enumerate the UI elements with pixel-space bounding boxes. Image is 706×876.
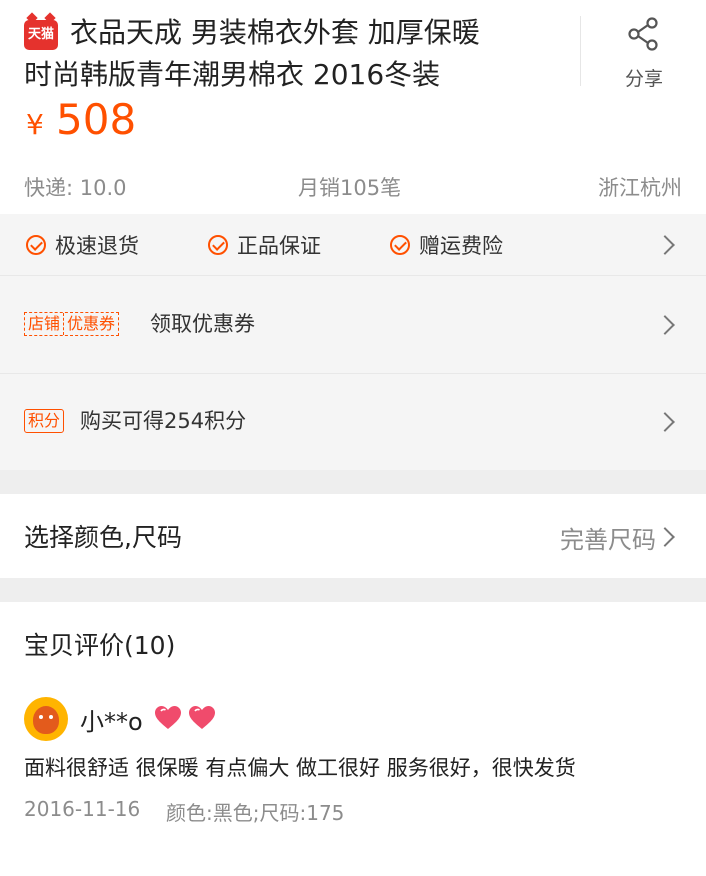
service-item-fast-return: 极速退货 <box>26 230 139 260</box>
check-circle-icon <box>26 235 46 255</box>
section-divider <box>0 470 706 494</box>
share-label[interactable]: 分享 <box>620 64 668 91</box>
ship-location: 浙江杭州 <box>598 176 682 200</box>
coupon-tag-store: 店铺 <box>28 314 61 333</box>
sku-select-label: 选择颜色,尺码 <box>24 523 182 552</box>
service-label: 赠运费险 <box>419 234 503 258</box>
coupon-label: 领取优惠券 <box>150 312 255 336</box>
complete-size-link[interactable]: 完善尺码 <box>560 520 656 555</box>
reviews-title[interactable]: 宝贝评价(10) <box>24 626 175 662</box>
review-text: 面料很舒适 很保暖 有点偏大 做工很好 服务很好，很快发货 <box>24 756 576 780</box>
avatar <box>24 697 68 741</box>
points-tag: 积分 <box>24 409 65 433</box>
points-label: 购买可得254积分 <box>80 409 247 433</box>
product-title-line1: 衣品天成 男装棉衣外套 加厚保暖 <box>70 16 480 49</box>
service-label: 极速退货 <box>55 234 139 258</box>
header-divider <box>580 16 581 86</box>
coupon-tag-coupon: 优惠券 <box>63 313 118 335</box>
monthly-sales: 月销105笔 <box>298 176 402 200</box>
review-date: 2016-11-16 <box>24 797 141 821</box>
shipping-fee: 快递: 10.0 <box>24 176 127 200</box>
coupon-tag: 店铺 优惠券 <box>24 312 120 336</box>
check-circle-icon <box>390 235 410 255</box>
service-item-genuine: 正品保证 <box>208 230 321 260</box>
heart-icon <box>189 706 215 729</box>
tmall-badge-icon: 天猫 <box>24 20 58 50</box>
share-icon[interactable] <box>626 16 662 52</box>
reviewer-name: 小**o <box>80 708 143 736</box>
price-value: 508 <box>56 95 137 144</box>
heart-icon <box>155 706 181 729</box>
service-label: 正品保证 <box>237 234 321 258</box>
review-sku: 颜色:黑色;尺码:175 <box>166 801 345 825</box>
service-item-shipping-insurance: 赠运费险 <box>390 230 503 260</box>
check-circle-icon <box>208 235 228 255</box>
price-currency: ¥ <box>26 108 44 141</box>
section-divider <box>0 578 706 602</box>
product-title-line2: 时尚韩版青年潮男棉衣 2016冬装 <box>24 58 441 91</box>
